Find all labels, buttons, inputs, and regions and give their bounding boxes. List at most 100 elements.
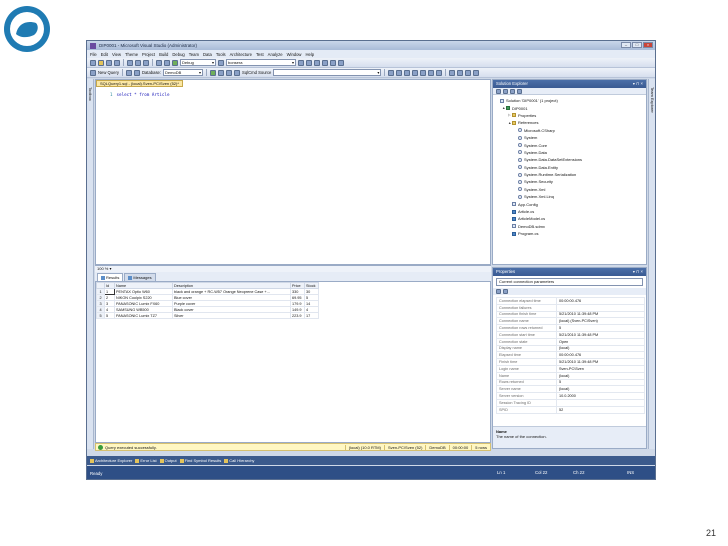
new-query-button[interactable]: New Query bbox=[98, 70, 119, 75]
find-icon[interactable] bbox=[218, 59, 224, 66]
menu-build[interactable]: Build bbox=[159, 52, 168, 57]
property-row[interactable]: Server name (local) bbox=[496, 385, 645, 394]
property-value[interactable]: 5/21/2010 11:39:48 PM bbox=[556, 310, 645, 319]
menu-analyze[interactable]: Analyze bbox=[268, 52, 283, 57]
tree-item[interactable]: System.Xml.Linq bbox=[496, 193, 646, 200]
property-row[interactable]: Connection start time 5/21/2010 11:39:48 … bbox=[496, 330, 645, 339]
save-icon[interactable] bbox=[106, 59, 112, 66]
tree-item[interactable]: System.Data.DataSetExtensions bbox=[496, 156, 646, 163]
tab-messages[interactable]: Messages bbox=[124, 273, 156, 281]
property-value[interactable]: Sven-PC\Sven bbox=[556, 364, 645, 373]
property-row[interactable]: Finish time 5/21/2010 11:39:48 PM bbox=[496, 358, 645, 366]
tab-output[interactable]: Output bbox=[159, 458, 177, 463]
property-row[interactable]: Server version 10.0.2000 bbox=[496, 392, 645, 400]
categorized-icon[interactable] bbox=[496, 289, 501, 294]
disconnect-icon[interactable] bbox=[133, 69, 140, 76]
team-explorer-strip[interactable]: Team Explorer bbox=[648, 79, 655, 449]
property-value[interactable]: 5 bbox=[556, 324, 645, 332]
tab-call-hierarchy[interactable]: Call Hierarchy bbox=[224, 458, 254, 463]
property-value[interactable]: (local) (Sven-PC\Sven) bbox=[556, 317, 645, 326]
refresh-icon[interactable] bbox=[510, 88, 515, 94]
tree-item[interactable]: System.Core bbox=[496, 141, 646, 148]
property-row[interactable]: Connection failures bbox=[496, 303, 645, 312]
menu-edit[interactable]: Edit bbox=[101, 52, 108, 57]
property-value[interactable]: 00:00:00.476 bbox=[556, 351, 645, 360]
tree-item[interactable]: DemoDB.sdmx bbox=[496, 223, 646, 230]
tree-item[interactable]: ▲ References bbox=[496, 119, 646, 126]
properties-header[interactable]: Properties ▾ ⊓ × bbox=[493, 268, 646, 276]
outdent-icon[interactable] bbox=[436, 69, 443, 76]
properties-icon[interactable] bbox=[306, 59, 312, 66]
property-row[interactable]: SPID 52 bbox=[496, 405, 645, 414]
toolbox-tab[interactable]: Toolbox bbox=[88, 87, 93, 101]
property-value[interactable]: 52 bbox=[556, 405, 645, 414]
sqlcmd-mode-icon[interactable] bbox=[234, 69, 241, 76]
menu-data[interactable]: Data bbox=[203, 52, 212, 57]
extension-manager-icon[interactable] bbox=[338, 59, 344, 66]
object-browser-icon[interactable] bbox=[314, 59, 320, 66]
minimize-button[interactable]: – bbox=[621, 42, 631, 48]
results-to-file-icon[interactable] bbox=[404, 69, 411, 76]
connect-icon[interactable] bbox=[125, 69, 132, 76]
save-all-icon[interactable] bbox=[114, 59, 120, 66]
pane-close-icon[interactable]: ▾ ⊓ × bbox=[633, 268, 646, 276]
view-class-diagram-icon[interactable] bbox=[517, 88, 522, 94]
platform-select[interactable]: bonsera ▾ bbox=[226, 59, 296, 66]
menu-file[interactable]: File bbox=[90, 52, 97, 57]
property-row[interactable]: Rows returned 5 bbox=[496, 378, 645, 387]
sqlcmd-source-select[interactable]: ▾ bbox=[273, 69, 382, 76]
tree-item[interactable]: ▲ DIP0001 bbox=[496, 104, 646, 111]
undo-icon[interactable] bbox=[156, 59, 162, 66]
tree-item[interactable]: System.Runtime.Serialization bbox=[496, 171, 646, 178]
tree-item[interactable]: System.Data bbox=[496, 149, 646, 156]
property-value[interactable]: Open bbox=[556, 337, 645, 346]
property-row[interactable]: Elapsed time 00:00:00.476 bbox=[496, 351, 645, 360]
sql-text[interactable]: select * from Article bbox=[117, 92, 170, 97]
tree-item[interactable]: Solution 'DIP0001' (1 project) bbox=[496, 97, 646, 104]
property-row[interactable]: Connection finish time 5/21/2010 11:39:48… bbox=[496, 310, 645, 319]
execute-query-icon[interactable] bbox=[210, 69, 217, 76]
property-value[interactable]: 10.0.2000 bbox=[556, 392, 645, 400]
team-explorer-tab[interactable]: Team Explorer bbox=[650, 87, 655, 113]
redo-icon[interactable] bbox=[164, 59, 170, 66]
menu-tools[interactable]: Tools bbox=[216, 52, 226, 57]
results-grid[interactable]: Id Name Description Price Stock 1 1 PENT… bbox=[95, 281, 491, 443]
uncomment-icon[interactable] bbox=[420, 69, 427, 76]
results-to-grid-icon[interactable] bbox=[388, 69, 395, 76]
property-row[interactable]: Login name Sven-PC\Sven bbox=[496, 364, 645, 373]
parse-icon[interactable] bbox=[226, 69, 233, 76]
new-project-icon[interactable] bbox=[90, 59, 96, 66]
tree-item[interactable]: App.Config bbox=[496, 200, 646, 207]
menu-window[interactable]: Window bbox=[287, 52, 302, 57]
tree-item[interactable]: ArticleModel.cs bbox=[496, 215, 646, 222]
code-line[interactable]: 1 select * from Article bbox=[110, 92, 169, 97]
tree-item[interactable]: System bbox=[496, 134, 646, 141]
paste-icon[interactable] bbox=[143, 59, 149, 66]
clear-bookmarks-icon[interactable] bbox=[473, 69, 480, 76]
show-all-files-icon[interactable] bbox=[503, 88, 508, 94]
property-grid[interactable]: Connection elapsed time 00:00:00.476 Conne… bbox=[496, 297, 645, 414]
property-value[interactable]: (local) bbox=[556, 385, 645, 394]
property-value[interactable]: (local) bbox=[556, 344, 645, 353]
menu-architecture[interactable]: Architecture bbox=[230, 52, 252, 57]
menu-debug[interactable]: Debug bbox=[172, 52, 184, 57]
menu-view[interactable]: View bbox=[112, 52, 121, 57]
property-row[interactable]: Connection state Open bbox=[496, 337, 645, 346]
property-row[interactable]: Session Tracing ID bbox=[496, 398, 645, 407]
tree-item[interactable]: Article.cs bbox=[496, 208, 646, 215]
tree-item[interactable]: Microsoft.CSharp bbox=[496, 127, 646, 134]
property-value[interactable]: 00:00:00.476 bbox=[556, 297, 645, 305]
configuration-select[interactable]: Debug ▾ bbox=[180, 59, 216, 66]
tree-item[interactable]: System.Security bbox=[496, 178, 646, 185]
start-page-icon[interactable] bbox=[330, 59, 336, 66]
menu-test[interactable]: Test bbox=[256, 52, 264, 57]
sql-editor[interactable]: SQLQuery1.sql - (local).Sven-PC\Sven (52… bbox=[95, 79, 491, 265]
property-row[interactable]: Connection rows returned 5 bbox=[496, 324, 645, 332]
menu-theme[interactable]: Theme bbox=[125, 52, 138, 57]
maximize-button[interactable]: □ bbox=[632, 42, 642, 48]
property-row[interactable]: Connection elapsed time 00:00:00.476 bbox=[496, 297, 645, 305]
open-file-icon[interactable] bbox=[98, 59, 104, 66]
property-object-select[interactable]: Current connection parameters bbox=[496, 278, 643, 286]
tab-architecture-explorer[interactable]: Architecture Explorer bbox=[90, 458, 132, 463]
cut-icon[interactable] bbox=[127, 59, 133, 66]
